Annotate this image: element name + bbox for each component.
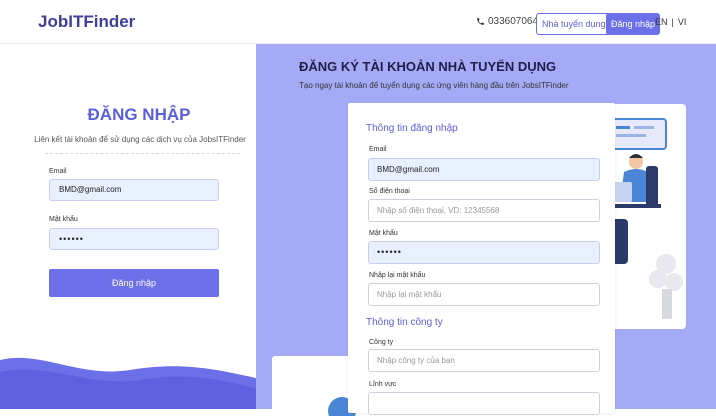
reg-field-select[interactable] [368,392,600,415]
login-submit-button[interactable]: Đăng nhập [49,269,219,297]
login-password-input[interactable]: •••••• [49,228,219,250]
reg-company-input[interactable]: Nhập công ty của bạn [368,349,600,372]
header-login-button[interactable]: Đăng nhập [606,13,661,35]
reg-password-input[interactable]: •••••• [368,241,600,264]
reg-confirm-label: Nhập lại mật khẩu [369,272,426,279]
reg-email-label: Email [369,146,387,153]
register-title: ĐĂNG KÝ TÀI KHOẢN NHÀ TUYỂN DỤNG [299,59,557,74]
lang-separator: | [671,17,674,27]
reg-email-input[interactable]: BMD@gmail.com [368,158,600,181]
login-email-input[interactable]: BMD@gmail.com [49,179,219,201]
section-company-info: Thông tin công ty [366,317,443,328]
lang-vi[interactable]: VI [678,17,687,27]
reg-phone-label: Số điện thoại [369,188,410,195]
reg-field-label: Lĩnh vực [369,381,397,388]
login-password-label: Mật khẩu [49,216,78,223]
section-login-info: Thông tin đăng nhập [366,123,458,134]
login-title: ĐĂNG NHẬP [87,105,191,124]
register-subtitle: Tạo ngay tài khoản để tuyển dụng các ứng… [299,81,569,90]
phone-contact[interactable]: 0336070648 [476,16,544,27]
logo[interactable]: JobITFinder [38,12,135,32]
reg-password-label: Mật khẩu [369,230,398,237]
top-navbar: JobITFinder 0336070648 Nhà tuyển dụng Đă… [0,0,716,44]
phone-icon [477,18,484,25]
lang-en[interactable]: EN [655,17,668,27]
reg-company-label: Công ty [369,339,394,346]
login-divider [45,153,240,154]
reg-phone-input[interactable]: Nhập số điện thoại, VD: 12345568 [368,199,600,222]
login-email-label: Email [49,168,67,175]
decorative-wave [0,357,256,409]
login-subtitle: Liên kết tài khoản để sử dụng các dịch v… [34,135,246,144]
register-panel: ĐĂNG KÝ TÀI KHOẢN NHÀ TUYỂN DỤNG Tạo nga… [256,44,716,416]
recruiter-button[interactable]: Nhà tuyển dụng [536,13,612,35]
language-switch: EN | VI [655,17,686,27]
register-form: Thông tin đăng nhập Email BMD@gmail.com … [348,103,615,415]
reg-confirm-input[interactable]: Nhập lại mật khẩu [368,283,600,306]
